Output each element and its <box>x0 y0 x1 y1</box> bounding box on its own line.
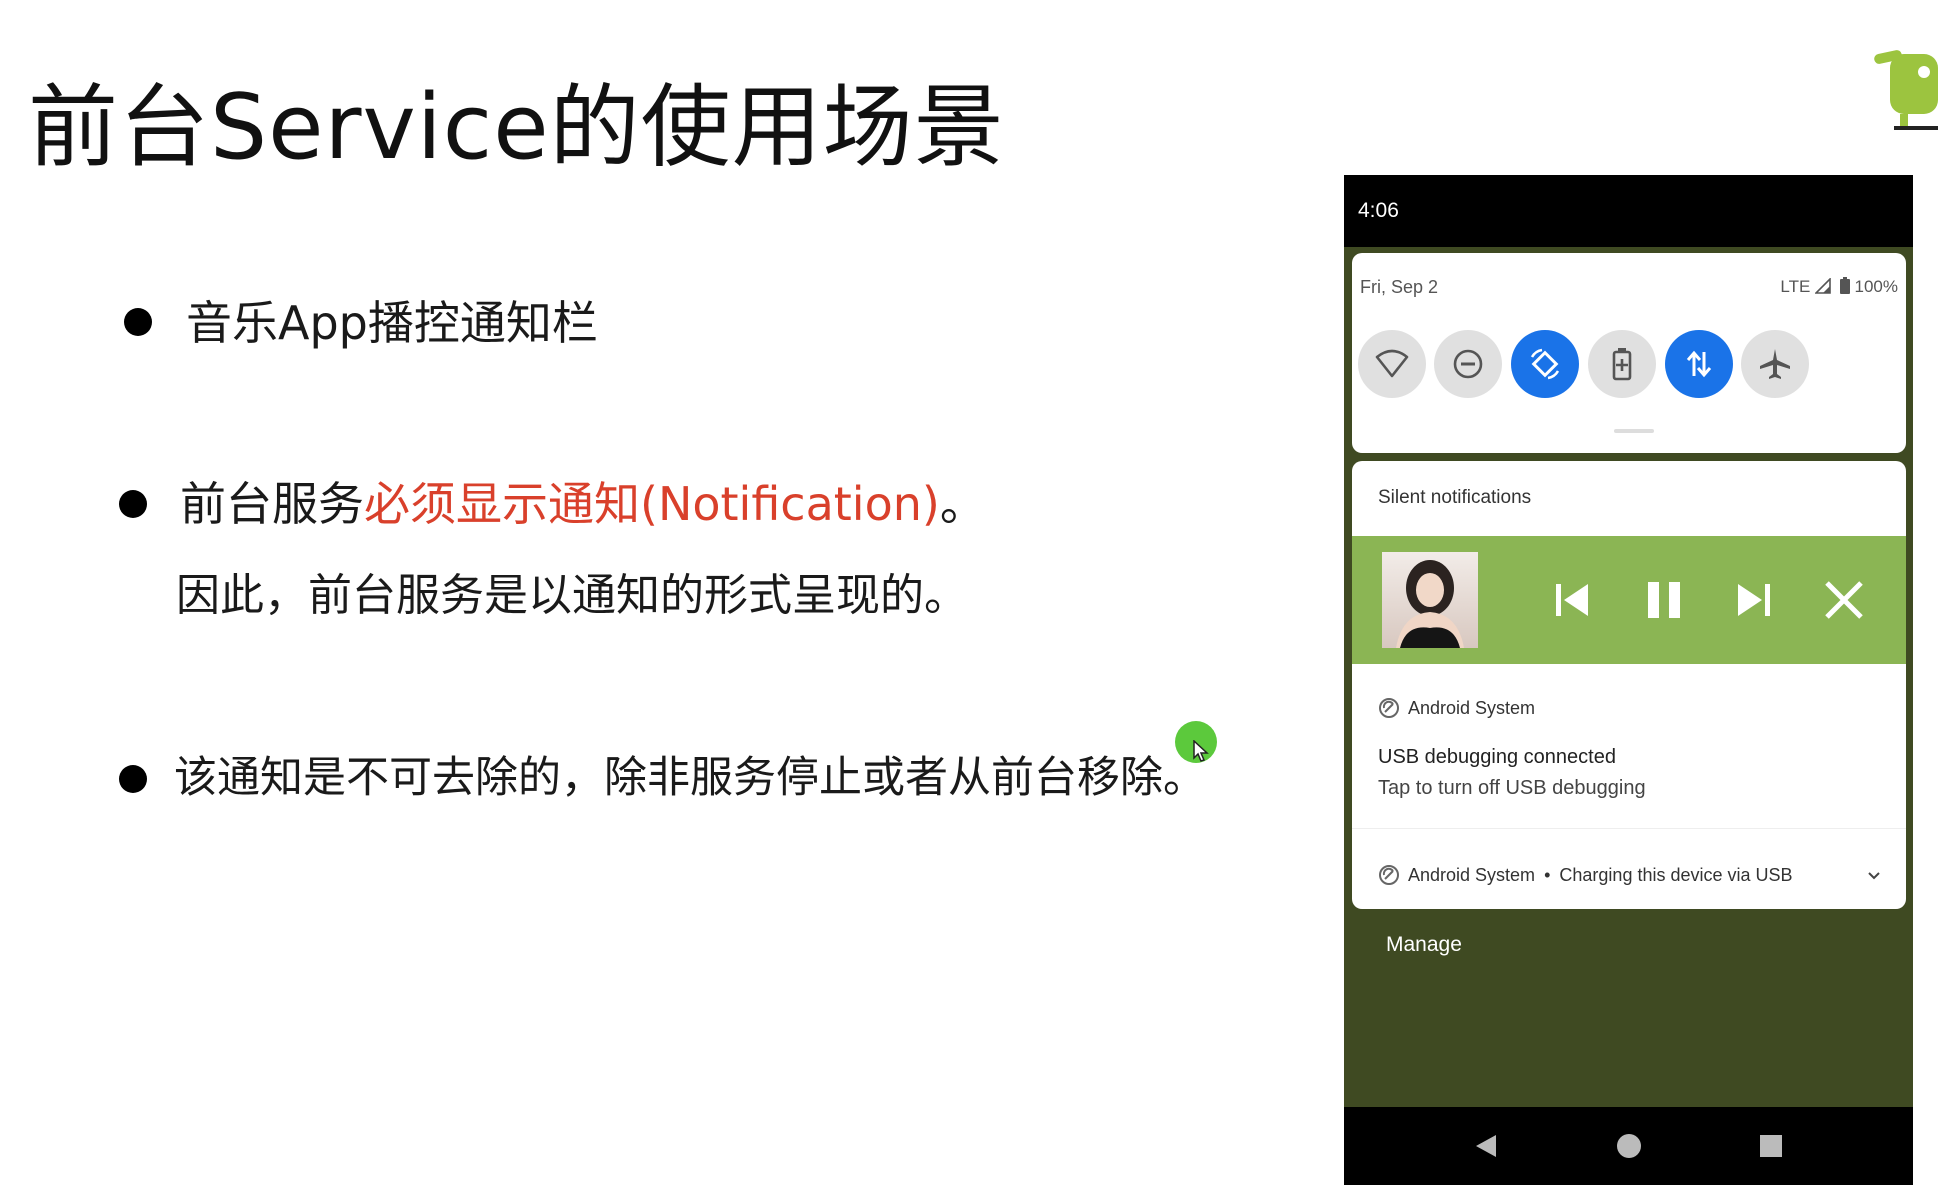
notifications-panel: Silent notifications Android System USB … <box>1352 461 1906 909</box>
android-logo-icon <box>1874 50 1938 130</box>
mobile-data-icon <box>1686 350 1712 378</box>
charging-app: Android System <box>1408 865 1536 885</box>
airplane-tile[interactable] <box>1741 330 1809 398</box>
bullet-text-2-prefix: 前台服务 <box>180 477 364 531</box>
battery-saver-tile[interactable] <box>1588 330 1656 398</box>
battery-level: 100% <box>1854 277 1898 296</box>
notification-divider <box>1352 828 1906 829</box>
qs-date: Fri, Sep 2 <box>1360 277 1439 297</box>
bullet-text-3: 该通知是不可去除的，除非服务停止或者从前台移除。 <box>174 753 1206 803</box>
home-icon[interactable] <box>1614 1131 1644 1161</box>
pause-icon <box>1648 582 1680 618</box>
next-button[interactable] <box>1728 574 1780 626</box>
pause-button[interactable] <box>1638 574 1690 626</box>
bullet-dot-1 <box>124 308 152 336</box>
dnd-tile[interactable] <box>1434 330 1502 398</box>
recents-icon[interactable] <box>1756 1131 1786 1161</box>
battery-icon <box>1839 277 1850 294</box>
usb-notification-body[interactable]: Tap to turn off USB debugging <box>1378 777 1646 800</box>
quick-settings-panel: Fri, Sep 2 LTE 100% <box>1352 253 1906 453</box>
bullet-dot-3 <box>119 765 147 793</box>
charging-separator: • <box>1544 865 1551 885</box>
close-media-button[interactable] <box>1818 574 1870 626</box>
slide-title: 前台Service的使用场景 <box>28 75 1005 180</box>
android-system-icon <box>1379 698 1399 718</box>
media-notification[interactable] <box>1352 536 1906 664</box>
android-system-icon <box>1379 865 1399 885</box>
wifi-icon <box>1375 349 1409 378</box>
charging-notification[interactable]: Android System • Charging this device vi… <box>1408 865 1793 886</box>
phone-screen: 4:06 Fri, Sep 2 LTE 100% Silent notifica… <box>1344 175 1913 1185</box>
status-bar: 4:06 <box>1344 175 1913 247</box>
battery-saver-icon <box>1612 348 1632 381</box>
next-icon <box>1738 584 1770 616</box>
silent-notifications-header: Silent notifications <box>1378 487 1532 508</box>
qs-status: LTE 100% <box>1780 277 1898 297</box>
bullet-text-2-suffix: 。 <box>939 477 986 531</box>
expand-chevron-icon[interactable] <box>1866 869 1882 881</box>
bullet-subline-2: 因此，前台服务是以通知的形式呈现的。 <box>176 570 968 621</box>
qs-expand-handle[interactable] <box>1614 429 1654 433</box>
album-art <box>1382 552 1478 648</box>
bullet-text-2-highlight: 必须显示通知(Notification) <box>364 477 940 531</box>
auto-rotate-icon <box>1530 348 1560 380</box>
auto-rotate-tile[interactable] <box>1511 330 1579 398</box>
charging-text: Charging this device via USB <box>1559 865 1793 885</box>
back-icon[interactable] <box>1472 1131 1502 1161</box>
navigation-bar <box>1344 1107 1913 1185</box>
previous-icon <box>1556 584 1588 616</box>
mouse-cursor-icon <box>1193 740 1209 762</box>
signal-icon <box>1814 277 1831 294</box>
bullet-dot-2 <box>119 490 147 518</box>
status-time: 4:06 <box>1358 199 1399 222</box>
usb-notification-title[interactable]: USB debugging connected <box>1378 746 1616 769</box>
manage-button[interactable]: Manage <box>1386 933 1462 957</box>
bullet-text-1: 音乐App播控通知栏 <box>186 296 598 350</box>
previous-button[interactable] <box>1546 574 1598 626</box>
mobile-data-tile[interactable] <box>1665 330 1733 398</box>
airplane-icon <box>1760 349 1790 379</box>
wifi-tile[interactable] <box>1358 330 1426 398</box>
bullet-text-2: 前台服务必须显示通知(Notification)。 <box>180 474 986 534</box>
network-type: LTE <box>1780 277 1811 296</box>
close-icon <box>1825 581 1863 619</box>
usb-notification-app: Android System <box>1408 698 1536 718</box>
do-not-disturb-icon <box>1453 349 1483 379</box>
